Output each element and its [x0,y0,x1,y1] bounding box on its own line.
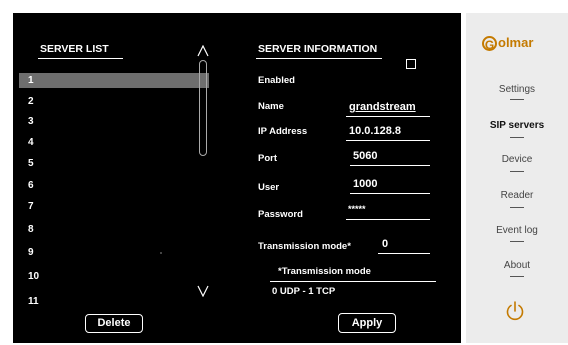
transmission-note-title: *Transmission mode [278,266,371,277]
server-list-item[interactable]: 9 [19,245,209,260]
menu-item-sip-servers[interactable]: SIP servers [466,120,568,131]
server-list-item[interactable]: 6 [19,178,209,193]
server-list-item[interactable]: 8 [19,222,209,237]
server-list-item[interactable]: 5 [19,156,209,171]
transmission-mode-field-underline [378,253,430,254]
logo-text: olmar [498,35,534,50]
scroll-up-arrow-icon[interactable] [197,45,209,57]
server-list-item[interactable]: 10 [19,269,209,284]
menu-about-underline [510,276,524,277]
server-list-item[interactable]: 4 [19,135,209,150]
menu-item-settings[interactable]: Settings [466,84,568,95]
delete-button[interactable]: Delete [85,314,143,333]
name-field-underline [346,116,430,117]
server-list-item[interactable]: 3 [19,114,209,129]
server-info-title: SERVER INFORMATION [258,43,378,55]
golmar-logo: Golmar [482,35,534,52]
menu-item-device[interactable]: Device [466,154,568,165]
ip-address-label: IP Address [258,126,308,137]
name-field[interactable]: grandstream [349,101,416,113]
user-label: User [258,182,280,193]
server-list-item[interactable]: 2 [19,94,209,109]
server-list-item[interactable]: 7 [19,199,209,214]
server-info-title-underline [256,58,382,59]
server-list-title: SERVER LIST [40,43,109,55]
scroll-down-arrow-icon[interactable] [197,285,209,297]
stray-dot [160,252,162,254]
menu-settings-underline [510,99,524,100]
port-field-underline [350,165,430,166]
menu-item-about[interactable]: About [466,260,568,271]
port-label: Port [258,153,277,164]
enabled-label: Enabled [258,75,295,86]
menu-sip-servers-underline [510,137,524,138]
menu-item-event-log[interactable]: Event log [466,225,568,236]
transmission-mode-label: Transmission mode* [258,241,351,252]
user-field-underline [350,193,430,194]
server-list-item[interactable]: 11 [19,294,209,309]
transmission-mode-field[interactable]: 0 [382,238,388,250]
apply-button[interactable]: Apply [338,313,396,333]
password-field[interactable]: ***** [348,204,366,214]
sidebar [466,13,568,343]
port-field[interactable]: 5060 [353,150,377,162]
password-field-underline [346,219,430,220]
menu-device-underline [510,171,524,172]
password-label: Password [258,209,303,220]
server-list-title-underline [38,58,123,59]
power-icon[interactable] [504,300,526,322]
enabled-checkbox[interactable] [406,59,416,69]
menu-event-log-underline [510,241,524,242]
ip-address-field[interactable]: 10.0.128.8 [349,125,401,137]
name-label: Name [258,101,284,112]
user-field[interactable]: 1000 [353,178,377,190]
server-list-item[interactable]: 1 [19,73,209,88]
menu-reader-underline [510,207,524,208]
transmission-note-text: 0 UDP - 1 TCP [272,286,336,297]
logo-g-icon: G [482,36,497,52]
ip-address-field-underline [346,140,430,141]
scrollbar-thumb[interactable] [199,60,207,156]
menu-item-reader[interactable]: Reader [466,190,568,201]
note-divider [270,281,436,282]
